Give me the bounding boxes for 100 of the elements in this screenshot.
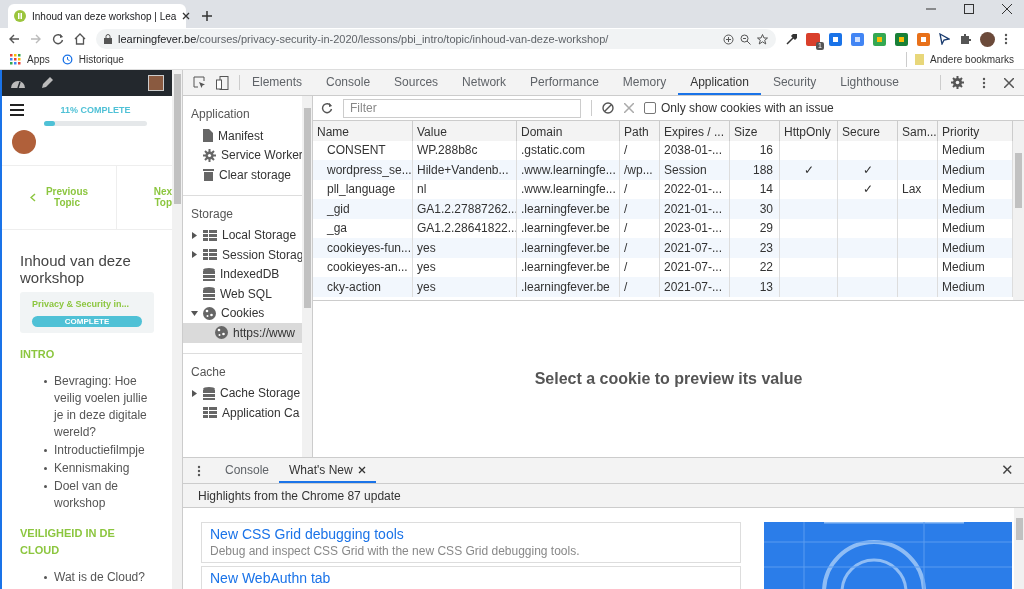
section-heading: INTRO xyxy=(20,347,56,362)
table-cell: Medium xyxy=(938,277,1013,297)
close-button[interactable]: ✕ xyxy=(991,458,1024,483)
feature-card[interactable]: New CSS Grid debugging tools Debug and inspect CSS Grid with the new CSS Grid debugging tools. xyxy=(201,522,741,563)
sidebar-item[interactable]: Clear storage xyxy=(183,165,303,185)
more-icon[interactable] xyxy=(197,464,201,477)
lesson-link[interactable]: Introductiefilmpje xyxy=(54,442,145,459)
device-icon[interactable] xyxy=(216,75,229,90)
add-icon[interactable] xyxy=(723,33,734,45)
devtools-tab[interactable]: Performance xyxy=(518,70,611,95)
sidebar-item[interactable]: Cookies xyxy=(183,303,303,323)
column-header[interactable]: Value xyxy=(413,121,517,143)
lesson-link[interactable]: Wat is de Cloud? xyxy=(54,569,145,586)
puzzle-icon[interactable] xyxy=(959,33,971,45)
column-header[interactable]: Name xyxy=(313,121,413,143)
column-header[interactable]: Sam... xyxy=(898,121,938,143)
column-header[interactable]: Size xyxy=(730,121,780,143)
sidebar-item[interactable]: Application Ca xyxy=(183,403,303,423)
home-icon[interactable] xyxy=(74,33,86,45)
inspect-icon[interactable] xyxy=(193,76,206,89)
column-header[interactable]: Expires / ... xyxy=(660,121,730,143)
back-icon[interactable] xyxy=(8,33,20,45)
sidebar-item[interactable]: Manifest xyxy=(183,126,303,146)
lesson-link[interactable]: Kennismaking xyxy=(54,460,130,477)
sidebar-item[interactable]: Service Worker xyxy=(183,145,303,165)
lesson-link[interactable]: Bevraging: Hoe veilig voelen jullie je in deze digitale wereld? xyxy=(54,373,155,441)
close-icon[interactable] xyxy=(1004,77,1014,88)
eyedropper-icon[interactable] xyxy=(786,33,797,45)
feature-title-link[interactable]: New CSS Grid debugging tools xyxy=(210,526,732,543)
bookmark-link[interactable]: Apps xyxy=(10,52,50,67)
feature-card[interactable]: New WebAuthn tab xyxy=(201,566,741,589)
devtools-tab[interactable]: Sources xyxy=(382,70,451,95)
close-icon[interactable] xyxy=(357,465,366,474)
filter-field[interactable]: Filter xyxy=(343,98,581,118)
close-icon[interactable] xyxy=(1002,4,1012,14)
devtools-tab[interactable]: Application xyxy=(678,70,761,95)
devtools-tab[interactable]: Network xyxy=(450,70,519,95)
expanded-arrow-icon[interactable] xyxy=(191,309,198,317)
url-text: learningfever.be/courses/privacy-security-in-2020/lessons/pbi_intro/topic/inhoud-van-deze-workshop/ xyxy=(118,31,610,47)
column-header[interactable]: Priority xyxy=(938,121,1013,143)
sidebar-item[interactable]: Session Storag xyxy=(183,245,303,265)
extension-icon[interactable] xyxy=(851,32,864,46)
devtools-tab[interactable]: Security xyxy=(760,70,829,95)
sidebar-item[interactable]: Local Storage xyxy=(183,225,303,245)
devtools-tab[interactable]: Elements xyxy=(240,70,315,95)
checkbox[interactable] xyxy=(644,102,656,114)
block-icon[interactable] xyxy=(602,102,614,114)
address-bar[interactable]: learningfever.be/courses/privacy-security-in-2020/lessons/pbi_intro/topic/inhoud-van-deze-workshop/ xyxy=(96,29,776,49)
sidebar-item[interactable]: Web SQL xyxy=(183,284,303,304)
column-header[interactable]: Secure xyxy=(838,121,898,143)
bookmark-link[interactable]: Historique xyxy=(61,52,124,67)
column-header[interactable]: Path xyxy=(620,121,660,143)
sidebar-item[interactable]: Cache Storage xyxy=(183,383,303,403)
collapsed-arrow-icon[interactable] xyxy=(191,251,198,259)
column-header[interactable]: Domain xyxy=(517,121,620,143)
drawer-tab[interactable]: Console xyxy=(215,458,280,483)
collapsed-arrow-icon[interactable] xyxy=(191,389,198,397)
more-icon[interactable] xyxy=(982,76,986,89)
scrollbar[interactable] xyxy=(1014,508,1024,589)
table-cell: / xyxy=(620,199,660,219)
table-cell xyxy=(898,199,938,219)
star-icon[interactable] xyxy=(757,33,768,45)
bookmark-link[interactable]: Andere bookmarks xyxy=(906,52,1014,67)
table-cell xyxy=(898,277,938,297)
reload-icon[interactable] xyxy=(321,102,333,114)
bullet-icon xyxy=(44,449,47,452)
scrollbar[interactable] xyxy=(172,70,182,589)
scrollbar[interactable] xyxy=(1013,121,1024,300)
cursor-icon[interactable] xyxy=(939,33,950,45)
new-tab-icon[interactable] xyxy=(202,11,212,21)
issues-checkbox[interactable]: Only show cookies with an issue xyxy=(644,99,834,117)
maximize-icon[interactable] xyxy=(964,4,974,14)
feature-title-link[interactable]: New WebAuthn tab xyxy=(210,570,732,587)
column-header[interactable]: HttpOnly xyxy=(780,121,838,143)
sidebar-item[interactable]: IndexedDB xyxy=(183,264,303,284)
extension-icon[interactable] xyxy=(895,32,908,46)
avatar-icon[interactable] xyxy=(148,75,165,91)
table-cell xyxy=(838,238,898,258)
database-icon xyxy=(203,287,215,301)
close-icon[interactable] xyxy=(182,12,191,20)
collapsed-arrow-icon[interactable] xyxy=(191,231,198,239)
sidebar-item[interactable]: https://www xyxy=(183,323,303,343)
table-icon xyxy=(203,249,217,261)
pencil-icon[interactable] xyxy=(40,76,54,90)
settings-icon[interactable] xyxy=(951,76,964,89)
scrollbar[interactable] xyxy=(302,96,312,457)
devtools-tab[interactable]: Memory xyxy=(610,70,679,95)
devtools-tab[interactable]: Lighthouse xyxy=(828,70,911,95)
reload-icon[interactable] xyxy=(52,33,64,45)
table-cell: Medium xyxy=(938,160,1013,180)
lesson-link[interactable]: Doel van de workshop xyxy=(54,478,155,512)
more-icon[interactable] xyxy=(1004,33,1008,45)
menu-icon[interactable] xyxy=(10,104,24,116)
table-cell: / xyxy=(620,277,660,297)
extension-icon[interactable] xyxy=(829,32,842,46)
devtools-tab[interactable]: Console xyxy=(314,70,383,95)
extension-icon[interactable] xyxy=(873,32,886,46)
zoom-icon[interactable] xyxy=(740,33,751,45)
extension-icon[interactable] xyxy=(917,32,930,46)
avatar-icon[interactable] xyxy=(980,31,995,47)
